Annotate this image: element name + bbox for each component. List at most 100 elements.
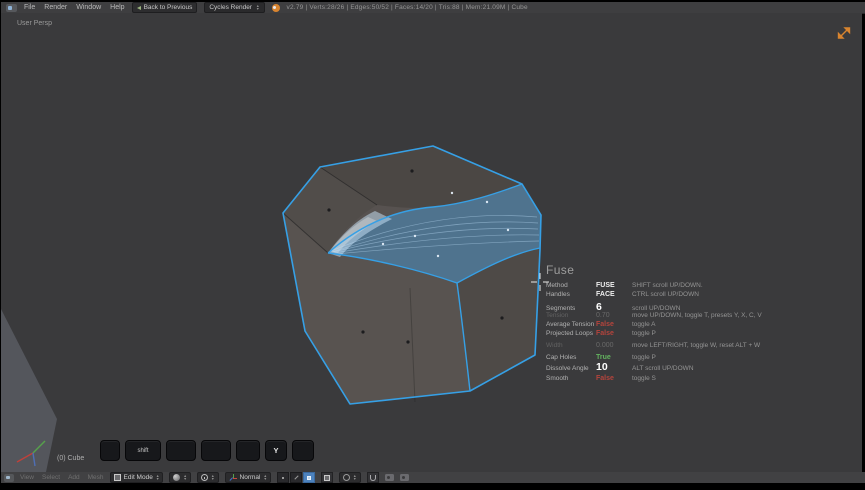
fuse-row-hint: SHIFT scroll UP/DOWN. — [632, 282, 703, 289]
keycast-key — [236, 440, 260, 461]
fuse-row-value: 10 — [596, 361, 608, 373]
chevron-updown-icon: ▲ ▼ — [263, 474, 268, 481]
scene-canvas[interactable] — [1, 13, 862, 472]
pivot-point-select[interactable]: ▲ ▼ — [196, 472, 219, 483]
fuse-row-label: Dissolve Angle — [546, 365, 589, 372]
keycast-key-y: Y — [265, 440, 287, 461]
expand-region-icon[interactable] — [837, 26, 851, 40]
fuse-row-label: Projected Loops — [546, 330, 593, 337]
occlude-geometry-button[interactable] — [321, 472, 334, 483]
chevron-updown-icon: ▲ ▼ — [255, 4, 260, 11]
keycast-key — [201, 440, 231, 461]
transform-orientation-select[interactable]: Normal ▲ ▼ — [224, 472, 272, 483]
viewport-3d[interactable]: User Persp Fuse Method FUSE SHIFT scroll… — [1, 13, 862, 472]
snap-button[interactable] — [366, 472, 379, 483]
fuse-row: Handles FACE CTRL scroll UP/DOWN — [546, 291, 774, 300]
fuse-row-value: FUSE — [596, 282, 615, 289]
chevron-updown-icon: ▲ ▼ — [183, 474, 187, 481]
chevron-updown-icon: ▲ ▼ — [155, 474, 160, 481]
mode-select[interactable]: Edit Mode ▲ ▼ — [109, 472, 164, 483]
render-engine-select[interactable]: Cycles Render ▲ ▼ — [204, 2, 265, 13]
fuse-row-label: Smooth — [546, 375, 569, 382]
mode-label: Edit Mode — [123, 474, 153, 481]
fuse-row: Width 0.000 move LEFT/RIGHT, toggle W, res… — [546, 342, 774, 351]
viewport-menu-add[interactable]: Add — [68, 474, 80, 481]
back-button-label: Back to Previous — [143, 4, 193, 11]
viewport-menu-select[interactable]: Select — [42, 474, 60, 481]
viewport-shading-select[interactable]: ▲ ▼ — [169, 472, 191, 483]
fuse-row: Projected Loops False toggle P — [546, 330, 774, 339]
vertex-select-button[interactable] — [277, 472, 290, 483]
keycast-key-shift: shift — [125, 440, 161, 461]
cube-mesh[interactable] — [282, 145, 542, 405]
screencast-keys: shift Y — [100, 440, 314, 461]
axis-icon — [228, 473, 237, 482]
select-mode-buttons — [277, 472, 316, 483]
fuse-row-value: True — [596, 354, 611, 361]
fuse-row-hint: ALT scroll UP/DOWN — [632, 365, 694, 372]
fuse-row-hint: scroll UP/DOWN — [632, 305, 681, 312]
fuse-row-hint: toggle P — [632, 354, 656, 361]
fuse-row-hint: toggle S — [632, 375, 656, 382]
top-menus: File Render Window Help — [24, 4, 125, 11]
fuse-row-label: Width — [546, 342, 563, 349]
pivot-icon — [200, 474, 208, 481]
fuse-row-label: Tension — [546, 312, 569, 319]
menu-file[interactable]: File — [24, 4, 35, 11]
keycast-key — [100, 440, 120, 461]
menu-render[interactable]: Render — [44, 4, 67, 11]
scene-stats: v2.79 | Verts:28/26 | Edges:50/52 | Face… — [286, 4, 528, 11]
fuse-row-label: Method — [546, 282, 568, 289]
fuse-row-hint: toggle P — [632, 330, 656, 337]
fuse-panel-title: Fuse — [546, 263, 575, 277]
chevron-updown-icon: ▲ ▼ — [210, 474, 215, 481]
engine-label: Cycles Render — [209, 4, 252, 11]
editor-type-icon-3dview[interactable] — [4, 473, 14, 482]
render-opengl-image-button[interactable] — [384, 474, 394, 481]
edit-mode-icon — [113, 474, 121, 481]
shading-sphere-icon — [173, 474, 181, 481]
fuse-row: Segments 6 scroll UP/DOWN — [546, 301, 774, 313]
viewport-header: View Select Add Mesh Edit Mode ▲ ▼ ▲ ▼ ▲ ▼ Nor… — [1, 472, 865, 483]
keycast-key — [166, 440, 196, 461]
fuse-hud-panel: Fuse Method FUSE SHIFT scroll UP/DOWN. Hand… — [546, 263, 774, 384]
fuse-row-label: Cap Holes — [546, 354, 577, 361]
fuse-row-hint: CTRL scroll UP/DOWN — [632, 291, 699, 298]
fuse-row-label: Handles — [546, 291, 570, 298]
edge-select-button[interactable] — [290, 472, 303, 483]
face-select-button[interactable] — [303, 472, 316, 483]
render-opengl-anim-button[interactable] — [399, 474, 409, 481]
fuse-row: Cap Holes True toggle P — [546, 354, 774, 363]
viewport-menu-mesh[interactable]: Mesh — [88, 474, 104, 481]
proportional-edit-select[interactable]: ▲ ▼ — [339, 472, 361, 483]
orientation-label: Normal — [239, 474, 261, 481]
fuse-row-hint: toggle A — [632, 321, 656, 328]
keycast-key — [292, 440, 314, 461]
fuse-row-hint: move UP/DOWN, toggle T, presets Y, X, C,… — [632, 312, 762, 319]
blender-logo-icon — [271, 3, 280, 12]
fuse-row-value: 0.000 — [596, 342, 614, 349]
viewport-menu-view[interactable]: View — [20, 474, 34, 481]
fuse-row: Average Tension False toggle A — [546, 321, 774, 330]
fuse-row: Smooth False toggle S — [546, 375, 774, 384]
fuse-row-value: FACE — [596, 291, 615, 298]
menu-help[interactable]: Help — [110, 4, 124, 11]
back-arrow-icon — [136, 5, 141, 10]
fuse-row-label: Average Tension — [546, 321, 595, 328]
proportional-edit-icon — [343, 474, 351, 481]
blender-window: File Render Window Help Back to Previous Cy… — [0, 0, 865, 490]
fuse-row-value: False — [596, 375, 614, 382]
editor-type-icon[interactable] — [6, 3, 17, 12]
fuse-row-value: 6 — [596, 301, 602, 313]
back-to-previous-button[interactable]: Back to Previous — [131, 2, 198, 13]
active-object-label: (0) Cube — [57, 455, 85, 462]
background-object[interactable] — [1, 309, 57, 472]
fuse-row-value: 0.70 — [596, 312, 610, 319]
fuse-row: Method FUSE SHIFT scroll UP/DOWN. — [546, 282, 774, 291]
fuse-row-label: Segments — [546, 305, 576, 312]
menu-window[interactable]: Window — [76, 4, 101, 11]
fuse-row: Tension 0.70 move UP/DOWN, toggle T, prese… — [546, 312, 774, 321]
viewport-menus: View Select Add Mesh — [20, 474, 104, 481]
magnet-icon — [369, 474, 376, 481]
fuse-row-value: False — [596, 321, 614, 328]
